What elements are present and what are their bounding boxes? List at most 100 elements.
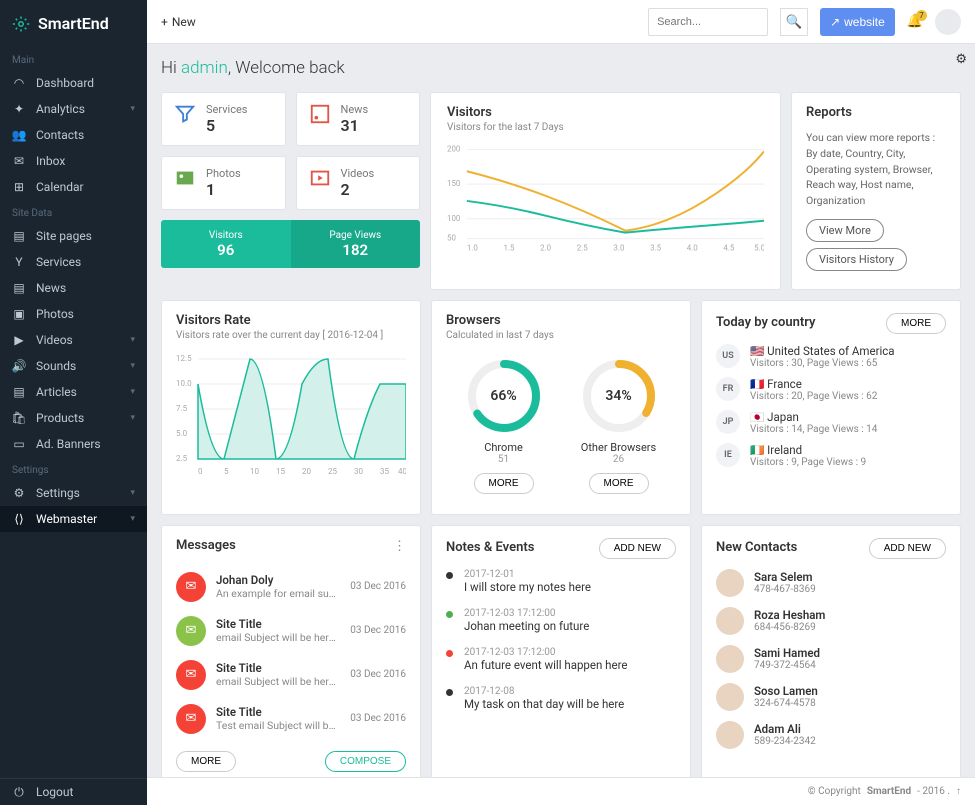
svg-text:12.5: 12.5 <box>176 354 192 363</box>
brand[interactable]: SmartEnd <box>0 0 147 47</box>
country-row[interactable]: JP🇯🇵 JapanVisitors : 14, Page Views : 14 <box>716 410 946 435</box>
contact-row[interactable]: Soso Lamen324-674-4578 <box>716 683 946 711</box>
timeline-text: Johan meeting on future <box>464 619 676 633</box>
browser-b-more-button[interactable]: MORE <box>589 473 649 494</box>
timeline-dot-icon <box>446 689 453 696</box>
calendar-icon: ⊞ <box>12 180 26 194</box>
sidebar-item-articles[interactable]: ▤Articles▾ <box>0 379 147 405</box>
new-button[interactable]: +New <box>161 15 196 29</box>
messages-menu-button[interactable]: ⋮ <box>393 539 406 554</box>
message-date: 03 Dec 2016 <box>350 713 406 724</box>
search-button[interactable]: 🔍 <box>780 8 808 36</box>
message-row[interactable]: ✉Site TitleTest email Subject will be he… <box>176 697 406 741</box>
search-input[interactable] <box>648 8 768 36</box>
sidebar-item-analytics[interactable]: ✦Analytics▾ <box>0 96 147 122</box>
stat-news[interactable]: News31 <box>296 92 421 146</box>
page-settings-button[interactable]: ⚙ <box>955 52 967 67</box>
country-info: Visitors : 9, Page Views : 9 <box>750 457 866 468</box>
sidebar-item-sitepages[interactable]: ▤Site pages <box>0 223 147 249</box>
notifications-button[interactable]: 🔔7 <box>907 14 923 29</box>
country-row[interactable]: IE🇮🇪 IrelandVisitors : 9, Page Views : 9 <box>716 443 946 468</box>
contact-row[interactable]: Sara Selem478-467-8369 <box>716 569 946 597</box>
search-icon: 🔍 <box>786 14 803 29</box>
message-row[interactable]: ✉Site Titleemail Subject will be here fo… <box>176 653 406 697</box>
contact-row[interactable]: Sami Hamed749-372-4564 <box>716 645 946 673</box>
contact-row[interactable]: Adam Ali589-234-2342 <box>716 721 946 749</box>
articles-icon: ▤ <box>12 385 26 399</box>
svg-text:15: 15 <box>276 467 285 476</box>
message-row[interactable]: ✉Site Titleemail Subject will be here fo… <box>176 609 406 653</box>
message-date: 03 Dec 2016 <box>350 625 406 636</box>
sidebar-item-photos[interactable]: ▣Photos <box>0 301 147 327</box>
sidebar-item-logout[interactable]: ⏻Logout <box>0 779 147 805</box>
country-info: Visitors : 20, Page Views : 62 <box>750 391 877 402</box>
sidebar-item-videos[interactable]: ▶Videos▾ <box>0 327 147 353</box>
sidebar-section-settings: Settings <box>0 457 147 480</box>
browser-a-more-button[interactable]: MORE <box>474 473 534 494</box>
sidebar-item-products[interactable]: 🛍Products▾ <box>0 405 147 431</box>
svg-text:4.5: 4.5 <box>723 243 735 251</box>
svg-text:2.5: 2.5 <box>176 454 188 463</box>
svg-text:2.0: 2.0 <box>540 243 551 251</box>
sidebar-item-contacts[interactable]: 👥Contacts <box>0 122 147 148</box>
rate-chart: 12.510.07.55.02.5 0510152025303540 <box>176 349 406 479</box>
timeline-text: I will store my notes here <box>464 580 676 594</box>
timeline-item[interactable]: 2017-12-01I will store my notes here <box>446 569 676 594</box>
greeting: Hi admin, Welcome back <box>161 58 961 78</box>
svg-text:10.0: 10.0 <box>176 379 192 388</box>
rate-card: Visitors Rate Visitors rate over the cur… <box>161 300 421 515</box>
timeline-text: My task on that day will be here <box>464 697 676 711</box>
timeline-dot-icon <box>446 650 453 657</box>
contact-name: Sara Selem <box>754 570 816 584</box>
messages-more-button[interactable]: MORE <box>176 751 236 772</box>
timeline-item[interactable]: 2017-12-08My task on that day will be he… <box>446 686 676 711</box>
scroll-top-button[interactable]: ↑ <box>956 786 961 797</box>
message-row[interactable]: ✉Johan DolyAn example for email subject0… <box>176 565 406 609</box>
settings-icon: ⚙ <box>12 486 26 500</box>
flag-icon: 🇺🇸 <box>750 344 764 358</box>
compose-button[interactable]: COMPOSE <box>325 751 406 772</box>
stat-videos[interactable]: Videos2 <box>296 156 421 210</box>
sidebar-item-services[interactable]: YServices <box>0 249 147 275</box>
website-button[interactable]: ↗website <box>820 8 895 36</box>
sidebar-item-dashboard[interactable]: ◠Dashboard <box>0 70 147 96</box>
sidebar-item-calendar[interactable]: ⊞Calendar <box>0 174 147 200</box>
svg-text:10: 10 <box>250 467 259 476</box>
contacts-add-button[interactable]: ADD NEW <box>869 538 946 559</box>
visitors-history-button[interactable]: Visitors History <box>806 248 907 271</box>
notes-add-button[interactable]: ADD NEW <box>599 538 676 559</box>
view-more-button[interactable]: View More <box>806 219 884 242</box>
sidebar-item-webmaster[interactable]: ⟨⟩Webmaster▾ <box>0 506 147 532</box>
contact-row[interactable]: Roza Hesham684-456-8269 <box>716 607 946 635</box>
message-title: Site Title <box>216 705 340 719</box>
rate-title: Visitors Rate <box>176 313 406 328</box>
flag-icon: 🇯🇵 <box>750 410 764 424</box>
stat-photos[interactable]: Photos1 <box>161 156 286 210</box>
timeline-item[interactable]: 2017-12-03 17:12:00Johan meeting on futu… <box>446 608 676 633</box>
visitors-title: Visitors <box>447 105 764 120</box>
user-avatar[interactable] <box>935 9 961 35</box>
country-code: IE <box>716 443 740 467</box>
country-row[interactable]: FR🇫🇷 FranceVisitors : 20, Page Views : 6… <box>716 377 946 402</box>
contact-phone: 749-372-4564 <box>754 660 820 671</box>
stat-services[interactable]: Services5 <box>161 92 286 146</box>
sidebar-item-adbanners[interactable]: ▭Ad. Banners <box>0 431 147 457</box>
country-more-button[interactable]: MORE <box>886 313 946 334</box>
timeline-item[interactable]: 2017-12-03 17:12:00An future event will … <box>446 647 676 672</box>
sidebar-item-inbox[interactable]: ✉Inbox <box>0 148 147 174</box>
contact-phone: 478-467-8369 <box>754 584 816 595</box>
feed-icon <box>309 103 331 125</box>
country-info: Visitors : 14, Page Views : 14 <box>750 424 877 435</box>
contact-avatar <box>716 569 744 597</box>
country-row[interactable]: US🇺🇸 United States of AmericaVisitors : … <box>716 344 946 369</box>
contacts-icon: 👥 <box>12 128 26 142</box>
banners-icon: ▭ <box>12 437 26 451</box>
videos-icon: ▶ <box>12 333 26 347</box>
photos-icon: ▣ <box>12 307 26 321</box>
visitors-sub: Visitors for the last 7 Days <box>447 122 764 133</box>
sidebar-item-news[interactable]: ▤News <box>0 275 147 301</box>
sidebar-item-sounds[interactable]: 🔊Sounds▾ <box>0 353 147 379</box>
timeline-dot-icon <box>446 572 453 579</box>
chevron-down-icon: ▾ <box>130 488 135 498</box>
sidebar-item-settings[interactable]: ⚙Settings▾ <box>0 480 147 506</box>
